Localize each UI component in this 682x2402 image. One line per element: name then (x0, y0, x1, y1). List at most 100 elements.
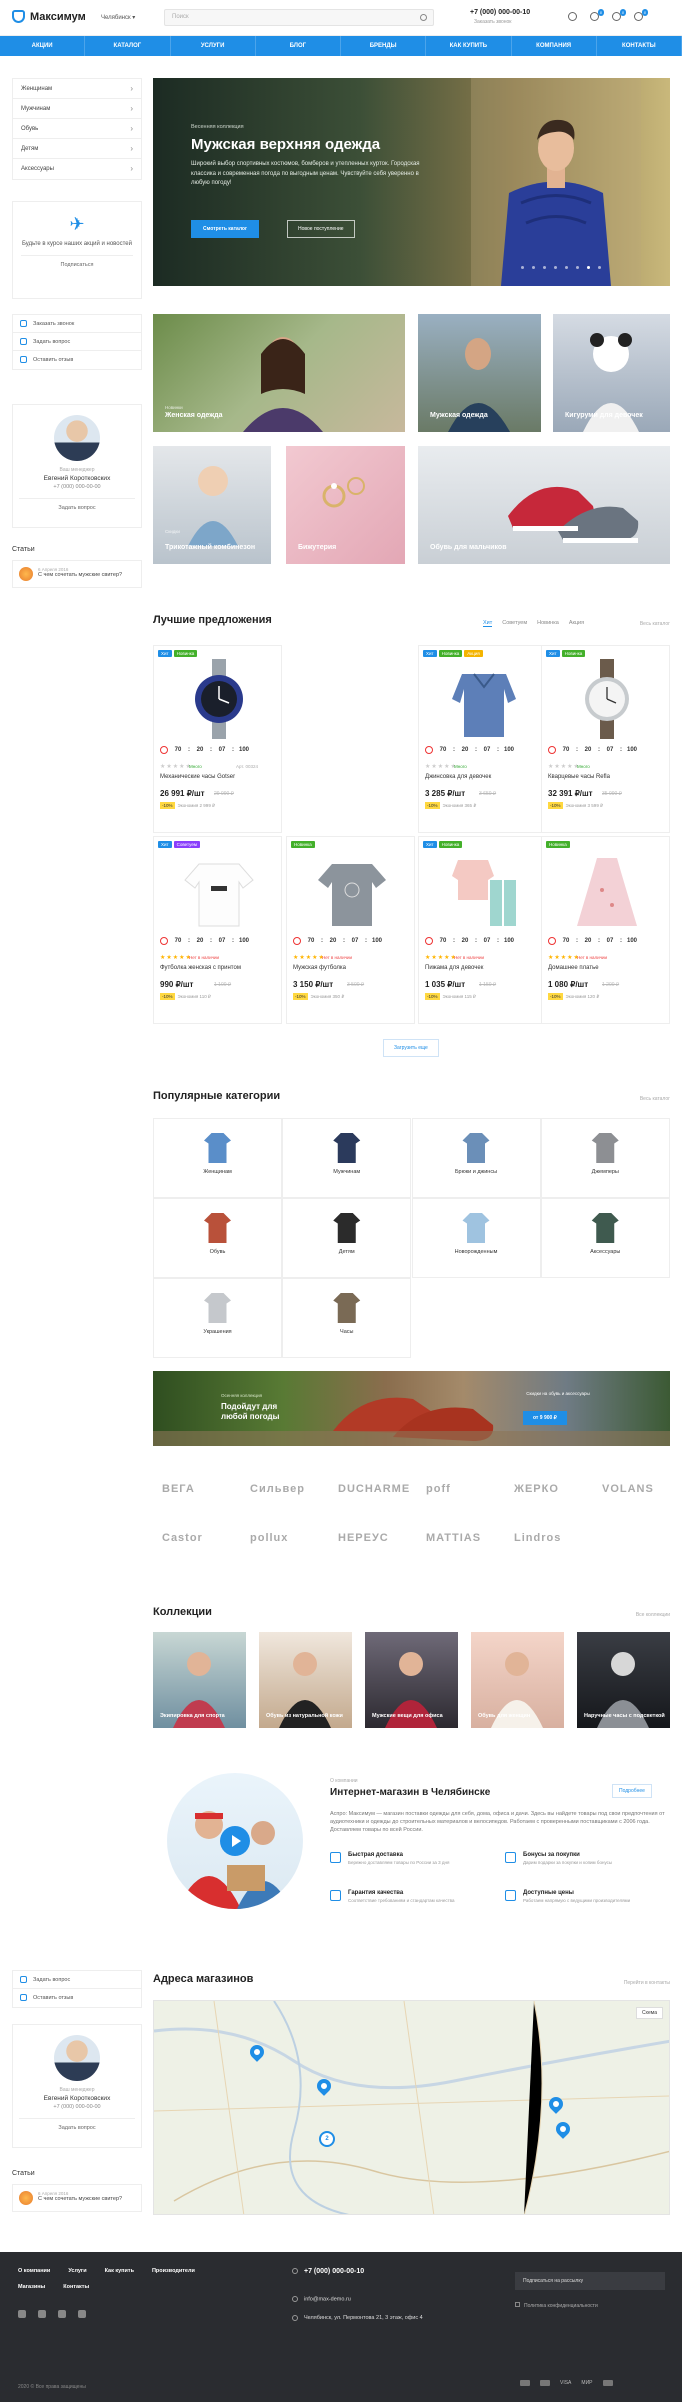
product-name[interactable]: Домашнее платье (548, 965, 663, 971)
collection-card[interactable]: Экипировка для спорта (153, 1632, 246, 1728)
category-tile[interactable]: Детям (282, 1198, 412, 1278)
sidebar-item[interactable]: Аксессуары (13, 159, 141, 179)
about-more-button[interactable]: Подробнее (612, 1784, 652, 1798)
category-tile[interactable]: Часы (282, 1278, 412, 1358)
map-type-select[interactable]: Схема (635, 2007, 663, 2019)
product-image[interactable] (429, 847, 538, 932)
privacy-link[interactable]: Политика конфиденциальности (515, 2302, 598, 2309)
brand-logo[interactable]: Lindros (514, 1532, 561, 1544)
header-phone[interactable]: +7 (000) 000-00-10 (470, 9, 530, 16)
cart-icon[interactable]: 0 (634, 9, 648, 21)
manager-phone[interactable]: +7 (000) 000-00-00 (19, 2104, 135, 2110)
search-icon[interactable] (420, 14, 427, 21)
about-video[interactable] (167, 1773, 303, 1909)
product-name[interactable]: Футболка женская с принтом (160, 965, 275, 971)
sidebar-item[interactable]: Детям (13, 139, 141, 159)
product-name[interactable]: Пижама для девочек (425, 965, 540, 971)
rating-stars[interactable]: ★★★★★ (293, 954, 325, 961)
twitter-icon[interactable] (58, 2310, 66, 2318)
nav-item[interactable]: Акции (0, 36, 86, 56)
product-image[interactable] (297, 847, 406, 932)
callback-link[interactable]: Заказать звонок (474, 19, 511, 25)
rating-stars[interactable]: ★★★★★ (160, 763, 192, 770)
product-name[interactable]: Механические часы Gotser (160, 774, 275, 780)
tile-boys-shoes[interactable]: Обувь для мальчиков (418, 446, 670, 564)
article-item[interactable]: 6 Апреля 2016 С чем сочетать мужские свит… (12, 2184, 142, 2212)
tab-recommend[interactable]: Советуем (502, 620, 527, 627)
brand-logo[interactable]: НЕРЕУС (338, 1532, 389, 1544)
product-card[interactable]: Хит Советуем 70:20:07:100 ★★★★★ Нет в нал… (153, 836, 282, 1024)
all-catalog-link[interactable]: Весь каталог (640, 621, 670, 627)
product-image[interactable] (164, 847, 273, 932)
footer-link[interactable]: О компании (18, 2268, 50, 2274)
product-image[interactable] (552, 847, 661, 932)
compare-icon[interactable]: 0 (590, 9, 604, 21)
banner-price-button[interactable]: от 9 900 ₽ (523, 1411, 567, 1425)
nav-item[interactable]: Услуги (171, 36, 256, 56)
category-tile[interactable]: Новорожденным (411, 1198, 541, 1278)
footer-link[interactable]: Магазины (18, 2284, 45, 2290)
tile-knit[interactable]: Скидки Трикотажный комбинезон (153, 446, 271, 564)
tab-new[interactable]: Новинка (537, 620, 559, 627)
brand-logo[interactable]: ВЕГА (162, 1483, 195, 1495)
play-icon[interactable] (220, 1826, 250, 1856)
tile-kigurumi[interactable]: Кигуруми для девочек (553, 314, 670, 432)
rating-stars[interactable]: ★★★★★ (548, 954, 580, 961)
product-card[interactable]: Хит Новинка Акция 70:20:07:100 ★★★★★ Много… (418, 645, 547, 833)
user-icon[interactable] (568, 12, 577, 21)
footer-email[interactable]: info@max-demo.ru (292, 2296, 351, 2302)
brand-logo[interactable]: VOLANS (602, 1483, 654, 1495)
brand-logo[interactable]: DUCHARME (338, 1483, 410, 1495)
question-action[interactable]: Задать вопрос (13, 1971, 141, 1989)
collections-all-link[interactable]: Все коллекции (636, 1612, 670, 1618)
tab-sale[interactable]: Акция (569, 620, 584, 627)
nav-item[interactable]: Бренды (341, 36, 427, 56)
map-cluster[interactable]: 2 (319, 2131, 335, 2147)
manager-phone[interactable]: +7 (000) 000-00-00 (19, 484, 135, 490)
brand-logo[interactable]: pollux (250, 1532, 288, 1544)
brand-logo[interactable]: ЖЕРКО (514, 1483, 559, 1495)
nav-item[interactable]: Как купить (426, 36, 512, 56)
city-selector[interactable]: Челябинск ▾ (101, 14, 135, 21)
subscribe-link[interactable]: Подписаться (21, 255, 133, 268)
product-name[interactable]: Мужская футболка (293, 965, 408, 971)
category-tile[interactable]: Мужчинам (282, 1118, 412, 1198)
logo[interactable]: Максимум (12, 10, 86, 23)
stores-map[interactable]: Схема 2 (153, 2000, 670, 2215)
brand-logo[interactable]: Castor (162, 1532, 203, 1544)
rating-stars[interactable]: ★★★★★ (425, 954, 457, 961)
tile-jewelry[interactable]: Бижутерия (286, 446, 405, 564)
collection-card[interactable]: Обувь для женщин (471, 1632, 564, 1728)
instagram-icon[interactable] (78, 2310, 86, 2318)
category-tile[interactable]: Украшения (153, 1278, 282, 1358)
sidebar-item[interactable]: Женщинам (13, 79, 141, 99)
search-input[interactable]: Поиск (164, 9, 434, 26)
promo-banner[interactable]: Осенняя коллекция Подойдут для любой пог… (153, 1371, 670, 1446)
rating-stars[interactable]: ★★★★★ (160, 954, 192, 961)
collection-card[interactable]: Мужские вещи для офиса (365, 1632, 458, 1728)
footer-link[interactable]: Услуги (68, 2268, 86, 2274)
category-tile[interactable]: Брюки и джинсы (411, 1118, 541, 1198)
nav-item[interactable]: Блог (256, 36, 341, 56)
footer-link[interactable]: Как купить (105, 2268, 134, 2274)
sidebar-item[interactable]: Мужчинам (13, 99, 141, 119)
footer-link[interactable]: Контакты (63, 2284, 89, 2290)
nav-item[interactable]: Каталог (85, 36, 171, 56)
question-action[interactable]: Задать вопрос (13, 333, 141, 351)
product-card[interactable]: Хит Новинка 70:20:07:100 ★★★★★ Много Квар… (541, 645, 670, 833)
brand-logo[interactable]: poff (426, 1483, 451, 1495)
product-image[interactable] (429, 656, 538, 741)
vk-icon[interactable] (18, 2310, 26, 2318)
slider-dots[interactable] (521, 266, 601, 269)
product-card[interactable]: Хит Новинка 70:20:07:100 ★★★★★ Нет в нали… (418, 836, 547, 1024)
catalog-button[interactable]: Смотреть каталог (191, 220, 260, 238)
product-name[interactable]: Кварцевые часы Refla (548, 774, 663, 780)
product-image[interactable] (552, 656, 661, 741)
product-image[interactable] (164, 656, 273, 741)
category-tile[interactable]: Женщинам (153, 1118, 282, 1198)
facebook-icon[interactable] (38, 2310, 46, 2318)
favorite-icon[interactable]: 0 (612, 9, 626, 21)
ask-question-button[interactable]: Задать вопрос (19, 2118, 135, 2131)
footer-link[interactable]: Производители (152, 2268, 195, 2274)
tile-men[interactable]: Мужская одежда (418, 314, 541, 432)
